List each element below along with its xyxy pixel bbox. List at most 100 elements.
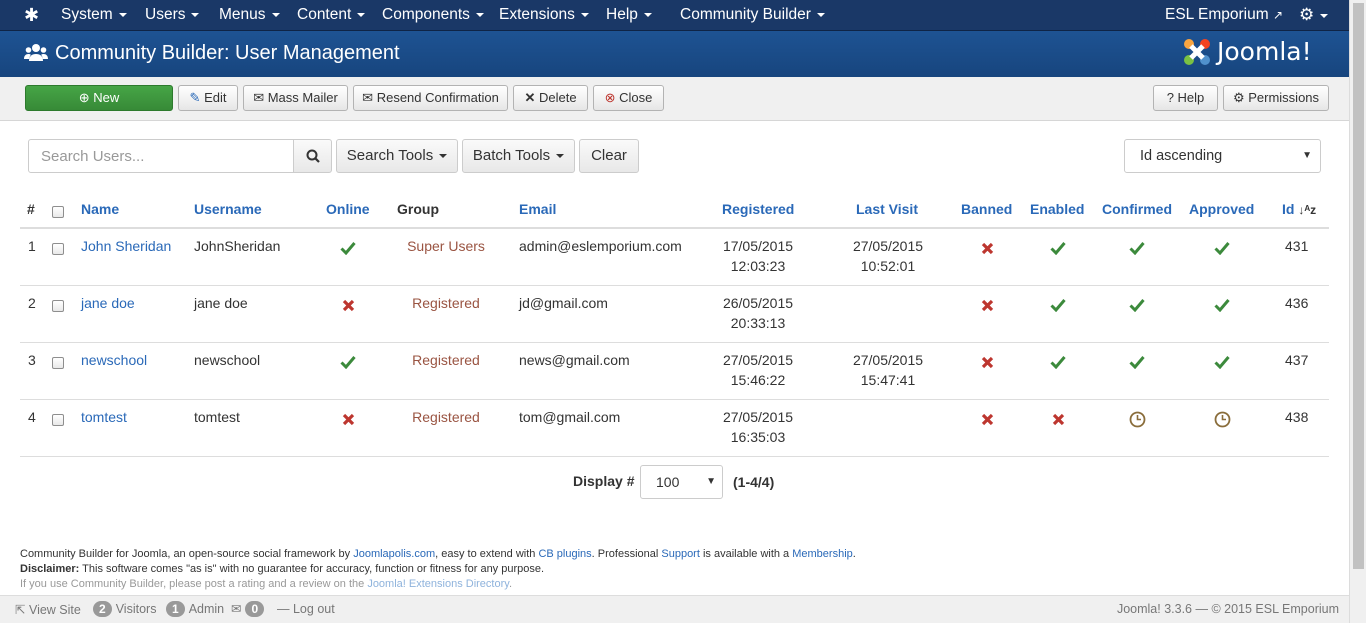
- batch-tools-button[interactable]: Batch Tools: [462, 139, 575, 173]
- joomlapolis-link[interactable]: Joomlapolis.com: [353, 548, 435, 560]
- banned-times-icon[interactable]: [978, 296, 996, 314]
- row-checkbox[interactable]: [52, 300, 64, 312]
- envelope-icon: ✉: [253, 90, 265, 105]
- toolbar: ⊕ New ✎ Edit ✉ Mass Mailer ✉ Resend Conf…: [0, 77, 1349, 121]
- col-email[interactable]: Email: [519, 201, 556, 217]
- menu-system[interactable]: System: [61, 0, 127, 31]
- rating-text: If you use Community Builder, please pos…: [20, 578, 368, 590]
- joomla-logo-icon[interactable]: ✱: [24, 0, 39, 31]
- jed-link[interactable]: Joomla! Extensions Directory: [367, 578, 509, 590]
- col-id[interactable]: Id ↓ᴬz: [1282, 201, 1316, 217]
- delete-button[interactable]: ✕ Delete: [513, 85, 588, 111]
- membership-link[interactable]: Membership: [792, 548, 853, 560]
- envelope-icon: ✉: [231, 602, 242, 616]
- permissions-button[interactable]: ⚙ Permissions: [1223, 85, 1329, 111]
- last-visit-date: 27/05/2015: [852, 352, 924, 368]
- clear-button[interactable]: Clear: [579, 139, 639, 173]
- col-registered[interactable]: Registered: [722, 201, 794, 217]
- approved-clock-icon[interactable]: [1213, 410, 1231, 428]
- user-id: 431: [1285, 238, 1309, 254]
- col-confirmed[interactable]: Confirmed: [1102, 201, 1172, 217]
- col-online[interactable]: Online: [326, 201, 370, 217]
- registered-date: 27/05/2015: [722, 352, 794, 368]
- edit-button[interactable]: ✎ Edit: [178, 85, 238, 111]
- sort-select[interactable]: Id ascending ▼: [1124, 139, 1321, 173]
- enabled-check-icon[interactable]: [1049, 353, 1067, 371]
- select-all-checkbox[interactable]: [52, 206, 64, 218]
- col-username[interactable]: Username: [194, 201, 262, 217]
- col-name[interactable]: Name: [81, 201, 119, 217]
- scrollbar[interactable]: [1349, 0, 1366, 623]
- user-username: tomtest: [194, 409, 240, 425]
- support-link[interactable]: Support: [661, 548, 700, 560]
- row-checkbox[interactable]: [52, 243, 64, 255]
- col-banned[interactable]: Banned: [961, 201, 1012, 217]
- footer-text: is available with a: [699, 548, 793, 560]
- enabled-times-icon[interactable]: [1049, 410, 1067, 428]
- footer-credits: Community Builder for Joomla, an open-so…: [20, 548, 856, 560]
- confirmed-check-icon[interactable]: [1128, 239, 1146, 257]
- user-name-link[interactable]: jane doe: [81, 295, 135, 311]
- col-approved[interactable]: Approved: [1189, 201, 1254, 217]
- last-visit-time: 15:47:41: [860, 372, 916, 388]
- caret-down-icon: [475, 12, 484, 17]
- menu-content[interactable]: Content: [297, 0, 366, 31]
- row-divider: [20, 399, 1329, 400]
- search-tools-button[interactable]: Search Tools: [336, 139, 458, 173]
- user-id: 436: [1285, 295, 1309, 311]
- confirmed-check-icon[interactable]: [1128, 353, 1146, 371]
- confirmed-clock-icon[interactable]: [1128, 410, 1146, 428]
- row-checkbox[interactable]: [52, 357, 64, 369]
- search-button[interactable]: [293, 139, 332, 173]
- online-times-icon: [339, 410, 357, 428]
- new-button[interactable]: ⊕ New: [25, 85, 173, 111]
- scrollbar-thumb[interactable]: [1353, 3, 1364, 569]
- menu-extensions[interactable]: Extensions: [499, 0, 589, 31]
- cb-plugins-link[interactable]: CB plugins: [538, 548, 591, 560]
- joomla-brand-text: Joomla!: [1217, 37, 1312, 66]
- view-site-link[interactable]: ⇱ View Site: [15, 602, 81, 617]
- envelope-icon: ✉: [362, 90, 374, 105]
- col-last-visit[interactable]: Last Visit: [856, 201, 918, 217]
- caret-down-icon: [439, 154, 448, 159]
- close-button[interactable]: ⊗ Close: [593, 85, 664, 111]
- menu-users[interactable]: Users: [145, 0, 200, 31]
- display-select[interactable]: 100 ▼: [640, 465, 723, 499]
- sort-value: Id ascending: [1140, 148, 1223, 164]
- menu-label: Help: [606, 6, 638, 23]
- logout-link[interactable]: — Log out: [277, 602, 335, 616]
- search-input[interactable]: Search Users...: [28, 139, 294, 173]
- approved-check-icon[interactable]: [1213, 353, 1231, 371]
- site-link[interactable]: ESL Emporium ↗: [1165, 0, 1283, 31]
- settings-menu[interactable]: ⚙: [1299, 0, 1329, 31]
- online-times-icon: [339, 296, 357, 314]
- user-name-link[interactable]: John Sheridan: [81, 238, 171, 254]
- user-name-link[interactable]: newschool: [81, 352, 147, 368]
- row-checkbox[interactable]: [52, 414, 64, 426]
- header-divider: [20, 227, 1329, 229]
- mass-mailer-button[interactable]: ✉ Mass Mailer: [243, 85, 348, 111]
- menu-community-builder[interactable]: Community Builder: [680, 0, 825, 31]
- messages-status[interactable]: ✉ 0: [231, 601, 268, 617]
- site-name: ESL Emporium: [1165, 6, 1269, 23]
- approved-check-icon[interactable]: [1213, 239, 1231, 257]
- menu-menus[interactable]: Menus: [219, 0, 280, 31]
- enabled-check-icon[interactable]: [1049, 239, 1067, 257]
- approved-check-icon[interactable]: [1213, 296, 1231, 314]
- col-enabled[interactable]: Enabled: [1030, 201, 1084, 217]
- external-link-icon: ↗: [1272, 8, 1284, 22]
- confirmed-check-icon[interactable]: [1128, 296, 1146, 314]
- user-name-link[interactable]: tomtest: [81, 409, 127, 425]
- display-value: 100: [656, 474, 680, 490]
- help-button[interactable]: ? Help: [1153, 85, 1218, 111]
- resend-confirmation-button[interactable]: ✉ Resend Confirmation: [353, 85, 508, 111]
- banned-times-icon[interactable]: [978, 410, 996, 428]
- menu-components[interactable]: Components: [382, 0, 484, 31]
- banned-times-icon[interactable]: [978, 239, 996, 257]
- user-username: jane doe: [194, 295, 248, 311]
- banned-times-icon[interactable]: [978, 353, 996, 371]
- times-icon: ✕: [524, 90, 536, 105]
- user-username: newschool: [194, 352, 261, 368]
- enabled-check-icon[interactable]: [1049, 296, 1067, 314]
- menu-help[interactable]: Help: [606, 0, 652, 31]
